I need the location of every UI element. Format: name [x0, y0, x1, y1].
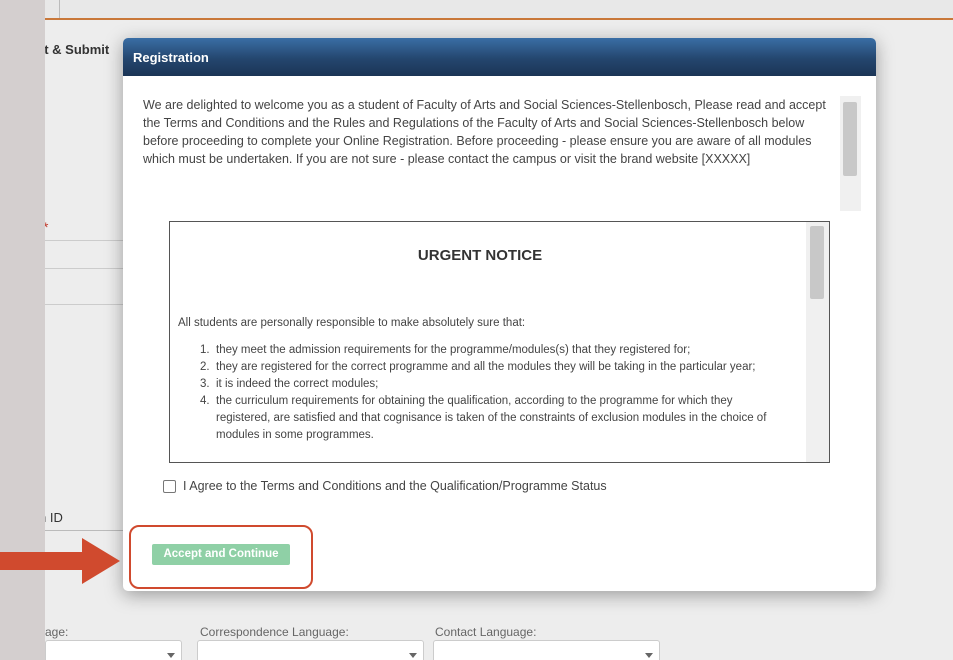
list-item: 2. they are registered for the correct pr…: [200, 361, 756, 373]
pointer-arrow-icon: [0, 538, 120, 584]
list-item: 1. they meet the admission requirements f…: [200, 344, 691, 356]
notice-scrollbar[interactable]: [806, 222, 829, 462]
intro-scrollbar-thumb[interactable]: [843, 102, 857, 176]
notice-title: URGENT NOTICE: [417, 247, 543, 264]
intro-text: We are delighted to welcome you as a stu…: [143, 98, 826, 166]
button-highlight-outline: [129, 525, 313, 589]
agree-label: I Agree to the Terms and Conditions and …: [183, 479, 607, 493]
agree-checkbox[interactable]: [163, 479, 176, 493]
notice-scrollbar-thumb[interactable]: [810, 226, 824, 299]
agree-checkbox-row[interactable]: I Agree to the Terms and Conditions and …: [163, 479, 607, 493]
notice-lead: All students are personally responsible …: [178, 317, 526, 329]
urgent-notice-box: URGENT NOTICE All students are personall…: [169, 221, 830, 463]
list-item: 3. it is indeed the correct modules;: [200, 378, 379, 390]
intro-scrollbar[interactable]: [840, 96, 861, 211]
intro-panel: We are delighted to welcome you as a stu…: [143, 96, 861, 211]
list-item: 4. the curriculum requirements for obtain…: [200, 395, 767, 441]
modal-title: Registration: [123, 38, 876, 76]
registration-modal: Registration We are delighted to welcome…: [123, 38, 876, 591]
notice-list: 1. they meet the admission requirements f…: [178, 342, 788, 444]
